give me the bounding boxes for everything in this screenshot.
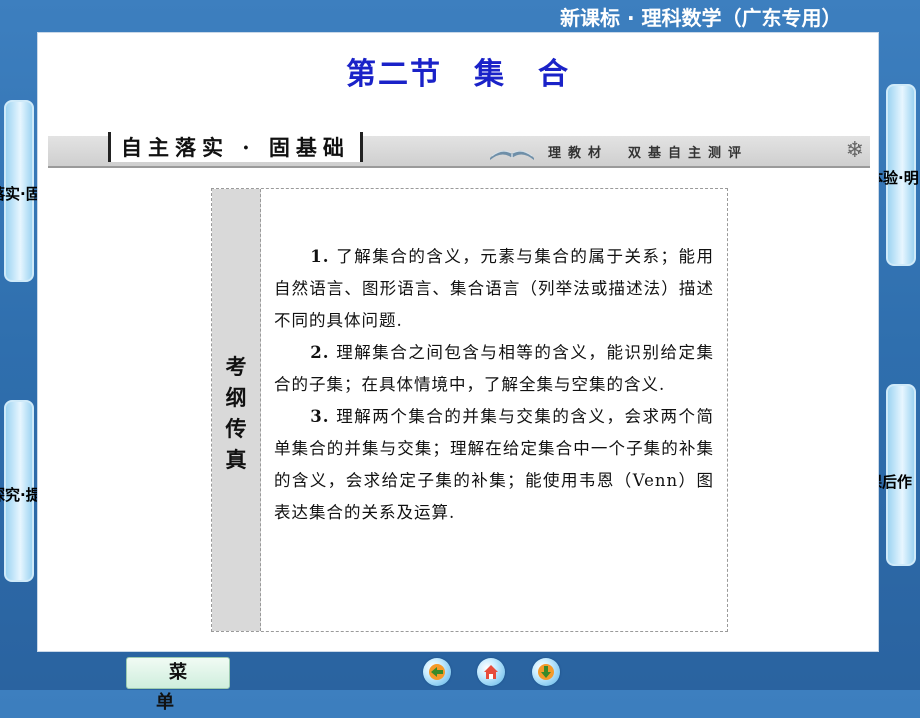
slide: 第二节 集 合 自主落实 · 固基础 理教材 双基自主测评 ❄ 考 纲 传 真 … (38, 33, 878, 651)
side-label-char: 考 (225, 355, 247, 379)
item-number: 1. (310, 247, 330, 266)
side-label-char: 纲 (225, 386, 247, 410)
item-text: 了解集合的含义，元素与集合的属于关系；能用自然语言、图形语言、集合语言（列举法或… (274, 247, 714, 330)
item-number: 3. (310, 407, 330, 426)
section-banner: 自主落实 · 固基础 理教材 双基自主测评 ❄ (48, 132, 870, 168)
requirement-item: 2. 理解集合之间包含与相等的含义，能识别给定集合的子集；在具体情境中，了解全集… (274, 337, 714, 401)
item-text: 理解集合之间包含与相等的含义，能识别给定集合的子集；在具体情境中，了解全集与空集… (274, 343, 714, 394)
content-panel: 考 纲 传 真 1. 了解集合的含义，元素与集合的属于关系；能用自然语言、图形语… (211, 188, 728, 632)
series-title: 新课标 · 理科数学（广东专用） (560, 6, 842, 30)
requirement-item: 3. 理解两个集合的并集与交集的含义，会求两个简单集合的并集与交集；理解在给定集… (274, 401, 714, 529)
requirement-item: 1. 了解集合的含义，元素与集合的属于关系；能用自然语言、图形语言、集合语言（列… (274, 241, 714, 337)
forward-icon[interactable] (532, 658, 560, 686)
menu-button[interactable]: 菜单 (126, 657, 230, 713)
snowflake-icon: ❄ (845, 138, 864, 163)
banner-tab: 自主落实 · 固基础 (108, 132, 363, 162)
banner-subtitle: 理教材 双基自主测评 (548, 146, 749, 161)
side-label-char: 真 (225, 448, 247, 472)
side-label-char: 传 (225, 417, 247, 441)
item-text: 理解两个集合的并集与交集的含义，会求两个简单集合的并集与交集；理解在给定集合中一… (274, 407, 714, 522)
home-icon[interactable] (477, 658, 505, 686)
slide-title: 第二节 集 合 (346, 57, 570, 92)
back-icon[interactable] (423, 658, 451, 686)
side-column: 考 纲 传 真 (212, 189, 261, 631)
side-label: 考 纲 传 真 (212, 352, 260, 476)
book-icon (488, 140, 536, 166)
item-number: 2. (310, 343, 330, 362)
requirements-text: 1. 了解集合的含义，元素与集合的属于关系；能用自然语言、图形语言、集合语言（列… (274, 241, 714, 529)
